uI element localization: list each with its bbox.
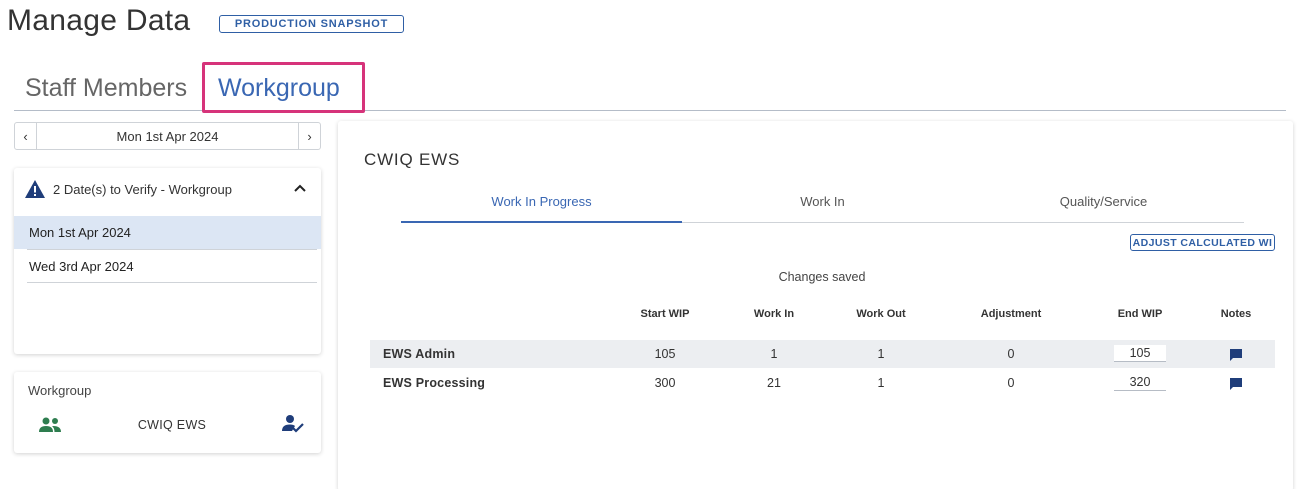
tab-work-in[interactable]: Work In	[682, 194, 963, 209]
chevron-up-icon[interactable]	[293, 181, 307, 195]
notes-icon[interactable]	[1229, 348, 1243, 361]
table-row: EWS Admin 105 1 1 0	[370, 340, 1275, 368]
user-check-icon[interactable]	[282, 414, 304, 434]
adjust-calculated-wip-button[interactable]: ADJUST CALCULATED WI	[1130, 234, 1275, 251]
column-header-end-wip: End WIP	[1117, 308, 1163, 320]
row-label: EWS Processing	[383, 376, 486, 390]
column-header-work-in: Work In	[753, 308, 795, 320]
start-wip-value: 300	[654, 376, 676, 390]
production-snapshot-badge[interactable]: PRODUCTION SNAPSHOT	[219, 15, 404, 33]
workgroup-panel: Workgroup CWIQ EWS	[14, 372, 321, 453]
work-in-value: 21	[767, 376, 781, 390]
tab-work-in-progress[interactable]: Work In Progress	[401, 194, 682, 209]
active-tab-indicator	[401, 221, 682, 223]
start-wip-value: 105	[654, 347, 676, 361]
end-wip-input[interactable]	[1114, 345, 1166, 362]
adjustment-value: 0	[1007, 347, 1015, 361]
workgroup-tab-highlight	[202, 62, 365, 113]
work-out-value: 1	[877, 376, 885, 390]
content-tabs: Work In Progress Work In Quality/Service	[401, 189, 1244, 223]
column-header-work-out: Work Out	[856, 308, 906, 320]
column-header-adjustment: Adjustment	[980, 308, 1042, 320]
verify-panel-header[interactable]: 2 Date(s) to Verify - Workgroup	[24, 178, 311, 200]
row-label: EWS Admin	[383, 347, 456, 361]
notes-icon[interactable]	[1229, 377, 1243, 390]
previous-date-button[interactable]: ‹	[15, 123, 37, 149]
current-date-label[interactable]: Mon 1st Apr 2024	[37, 129, 298, 144]
next-date-button[interactable]: ›	[298, 123, 320, 149]
verify-panel-title: 2 Date(s) to Verify - Workgroup	[53, 181, 232, 197]
end-wip-input[interactable]	[1114, 374, 1166, 391]
column-header-notes: Notes	[1220, 308, 1252, 320]
workgroup-label: Workgroup	[28, 383, 92, 398]
workgroup-content-panel: CWIQ EWS Work In Progress Work In Qualit…	[338, 121, 1293, 489]
save-status: Changes saved	[778, 270, 866, 284]
workgroup-name: CWIQ EWS	[137, 418, 207, 432]
verify-date-item[interactable]: Wed 3rd Apr 2024	[14, 250, 321, 283]
tab-staff-members[interactable]: Staff Members	[25, 74, 187, 103]
work-out-value: 1	[877, 347, 885, 361]
verify-date-item[interactable]: Mon 1st Apr 2024	[14, 216, 321, 249]
divider	[27, 282, 317, 283]
adjustment-value: 0	[1007, 376, 1015, 390]
date-navigator: ‹ Mon 1st Apr 2024 ›	[14, 122, 321, 150]
section-title: CWIQ EWS	[364, 150, 461, 169]
people-group-icon	[39, 417, 61, 432]
work-in-value: 1	[770, 347, 778, 361]
table-row: EWS Processing 300 21 1 0	[370, 369, 1275, 397]
dates-to-verify-panel: 2 Date(s) to Verify - Workgroup Mon 1st …	[14, 168, 321, 354]
warning-icon	[25, 180, 45, 198]
tab-quality-service[interactable]: Quality/Service	[963, 194, 1244, 209]
column-header-start-wip: Start WIP	[640, 308, 690, 320]
page-title: Manage Data	[7, 4, 191, 37]
